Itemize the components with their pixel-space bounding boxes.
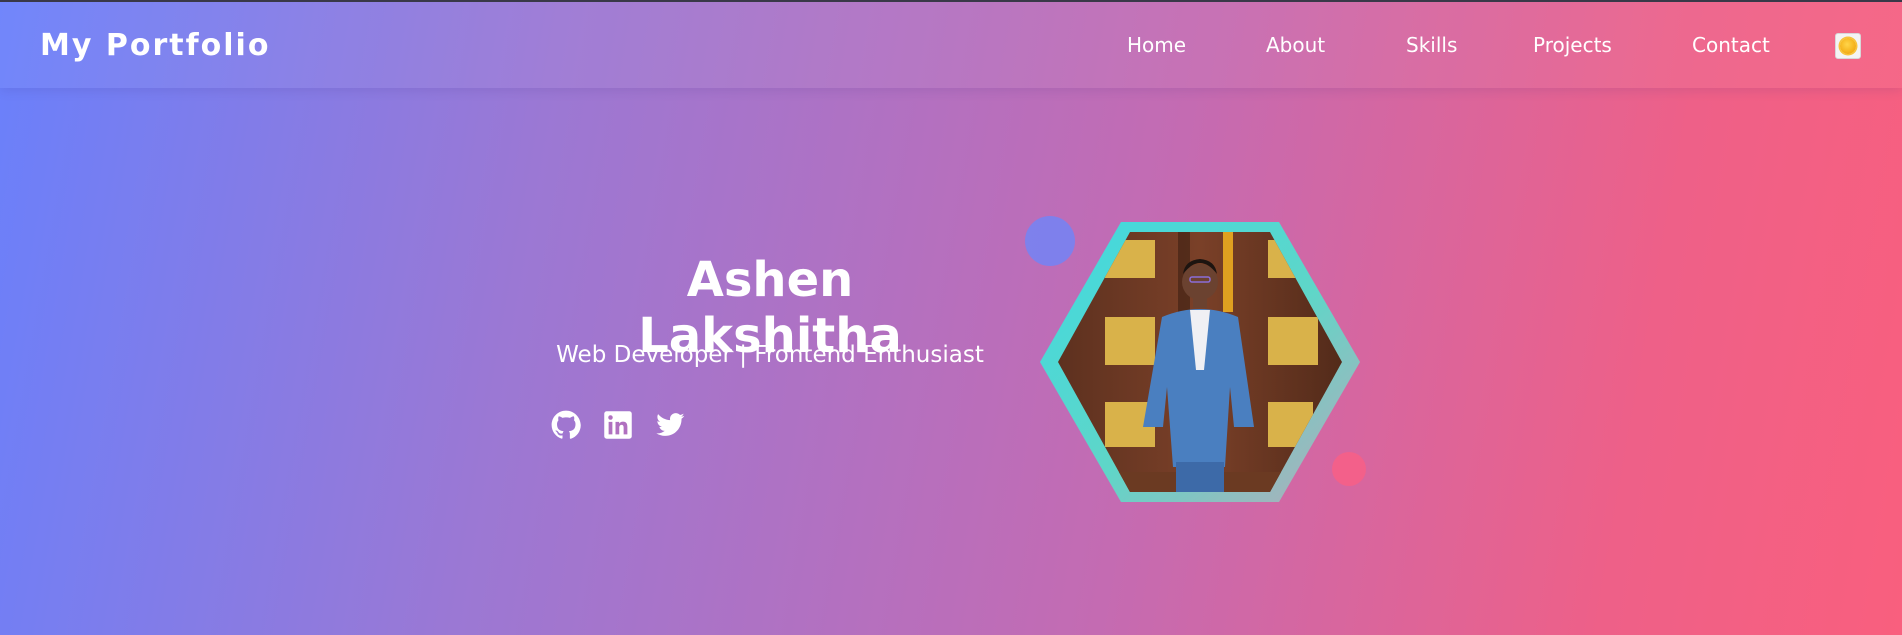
github-icon [551, 410, 581, 439]
decorative-circle-pink [1332, 452, 1366, 486]
linkedin-link[interactable] [603, 410, 633, 440]
nav-link-home[interactable]: Home [1127, 33, 1186, 57]
twitter-link[interactable] [654, 410, 685, 440]
nav-link-contact[interactable]: Contact [1692, 33, 1770, 57]
sun-icon [1840, 38, 1856, 54]
profile-photo-frame [1040, 222, 1360, 502]
twitter-icon [656, 413, 685, 436]
hero-tagline: Web Developer | Frontend Enthusiast [556, 342, 984, 368]
profile-photo [1058, 232, 1342, 492]
nav-link-projects[interactable]: Projects [1533, 33, 1612, 57]
nav-links: Home About Skills Projects Contact [0, 33, 1902, 63]
linkedin-icon [604, 411, 632, 439]
nav-link-about[interactable]: About [1266, 33, 1325, 57]
theme-toggle-button[interactable] [1835, 33, 1861, 59]
github-link[interactable] [551, 410, 581, 440]
navbar: My Portfolio Home About Skills Projects … [0, 2, 1902, 88]
nav-link-skills[interactable]: Skills [1406, 33, 1457, 57]
